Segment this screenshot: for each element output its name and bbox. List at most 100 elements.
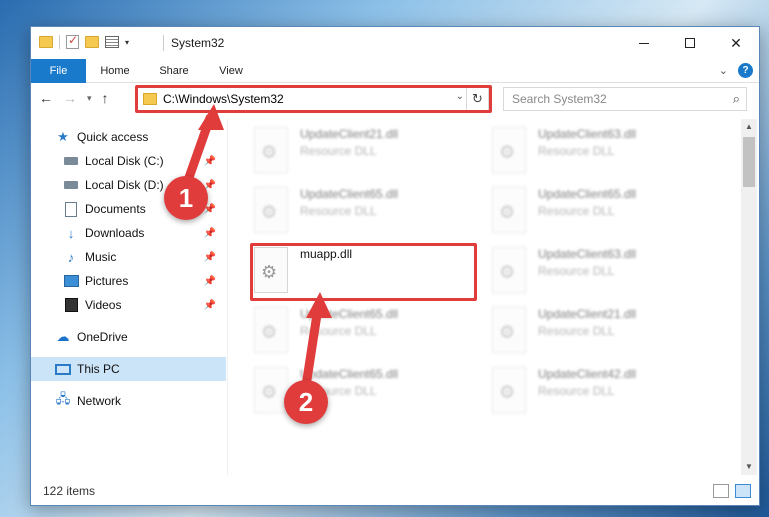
sidebar-item-label: OneDrive [77,330,128,344]
tab-share[interactable]: Share [151,59,197,83]
sidebar-item-videos[interactable]: Videos 📌 [31,293,226,317]
minimize-icon [639,42,649,44]
window-title: System32 [171,36,225,50]
sidebar-item-local-disk-c[interactable]: Local Disk (C:) 📌 [31,149,226,173]
address-dropdown-icon[interactable]: ⌄ [456,91,464,102]
window-controls: ✕ [621,27,759,59]
search-placeholder: Search System32 [512,92,607,106]
file-name: UpdateClient21.dll [300,127,399,141]
sidebar-item-label: Music [85,250,117,264]
file-name: UpdateClient63.dll [538,247,637,261]
file-item[interactable]: UpdateClient21.dll Resource DLL [248,123,472,179]
details-view-icon[interactable] [713,484,729,498]
file-item[interactable]: UpdateClient65.dll Resource DLL [248,303,472,359]
dll-file-icon [492,247,526,293]
pc-icon [55,361,71,377]
vertical-scrollbar[interactable]: ▲ ▼ [741,119,757,475]
sidebar-item-quick-access[interactable]: ★ Quick access [31,125,226,149]
file-name: UpdateClient65.dll [300,187,399,201]
sidebar-item-downloads[interactable]: ↓ Downloads 📌 [31,221,226,245]
file-item[interactable]: UpdateClient63.dll Resource DLL [486,123,710,179]
close-button[interactable]: ✕ [713,27,759,59]
address-bar[interactable]: C:\Windows\System32 ⌄ ↻ [137,87,489,111]
file-item[interactable]: UpdateClient65.dll Resource DLL [486,183,710,239]
file-type: Resource DLL [300,324,377,338]
scroll-thumb[interactable] [743,137,755,187]
minimize-button[interactable] [621,27,667,59]
sidebar-item-this-pc[interactable]: This PC [31,357,226,381]
file-item[interactable]: UpdateClient42.dll Resource DLL [486,363,710,419]
expand-ribbon-icon[interactable]: ⌄ [719,64,728,77]
scroll-down-icon[interactable]: ▼ [741,459,757,475]
dll-file-icon [492,307,526,353]
customize-toolbar-icon[interactable]: ▾ [125,38,129,47]
download-icon: ↓ [67,225,75,241]
sidebar-item-music[interactable]: ♪ Music 📌 [31,245,226,269]
file-type: Resource DLL [538,324,615,338]
sidebar-item-label: Downloads [85,226,145,240]
pin-icon[interactable]: 📌 [204,156,216,167]
pin-icon[interactable]: 📌 [204,276,216,287]
file-item-muapp[interactable]: muapp.dll [248,243,472,299]
forward-arrow-icon[interactable]: → [63,90,77,106]
ribbon-actions: ⌄ ? [719,63,753,78]
dll-file-icon [254,247,288,293]
maximize-button[interactable] [667,27,713,59]
properties-check-icon[interactable] [66,33,79,49]
file-type: Resource DLL [300,144,377,158]
callout-badge-2: 2 [284,380,328,424]
file-item[interactable]: UpdateClient65.dll Resource DLL [248,183,472,239]
dll-file-icon [254,187,288,233]
videos-icon [63,297,79,313]
back-arrow-icon[interactable]: ← [39,90,53,106]
up-arrow-icon[interactable]: ↑ [102,90,109,106]
documents-icon [63,201,79,217]
maximize-icon [685,38,695,48]
sidebar-item-onedrive[interactable]: ☁ OneDrive [31,325,226,349]
pin-icon[interactable]: 📌 [204,228,216,239]
dll-file-icon [492,187,526,233]
scroll-up-icon[interactable]: ▲ [741,119,757,135]
music-icon: ♪ [67,249,75,265]
tab-view[interactable]: View [211,59,251,83]
star-icon: ★ [57,129,69,144]
search-box[interactable]: Search System32 ⌕ [503,87,747,111]
dll-file-icon [492,127,526,173]
file-explorer-window: ▾ System32 ✕ File Home Share View ⌄ ? ← … [30,26,760,506]
tab-home[interactable]: Home [93,59,137,83]
title-bar: ▾ System32 ✕ [31,27,759,59]
file-item[interactable]: UpdateClient63.dll Resource DLL [486,243,710,299]
sidebar-item-pictures[interactable]: Pictures 📌 [31,269,226,293]
search-icon[interactable]: ⌕ [733,91,740,107]
properties-icon[interactable] [105,36,119,48]
folder-icon [143,93,157,105]
cloud-icon: ☁ [56,329,70,344]
address-path[interactable]: C:\Windows\System32 [163,92,284,106]
status-bar: 122 items [31,477,759,505]
refresh-icon[interactable]: ↻ [466,88,488,110]
disk-icon [63,153,79,169]
sidebar-item-network[interactable]: 🖧 Network [31,389,226,413]
pin-icon[interactable]: 📌 [204,300,216,311]
file-name: UpdateClient21.dll [538,307,637,321]
large-icons-view-icon[interactable] [735,484,751,498]
title-divider [163,35,164,51]
new-folder-icon[interactable] [85,36,99,48]
toolbar-divider [59,35,60,49]
folder-icon [39,36,53,48]
file-type: Resource DLL [538,384,615,398]
tab-file[interactable]: File [31,59,86,83]
recent-locations-icon[interactable]: ▾ [87,93,92,104]
file-item[interactable]: UpdateClient65.dll Resource DLL [248,363,472,419]
file-type: Resource DLL [538,144,615,158]
dll-file-icon [492,367,526,413]
dll-file-icon [254,127,288,173]
pictures-icon [63,273,79,289]
nav-buttons: ← → ▾ ↑ [39,90,109,106]
pin-icon[interactable]: 📌 [204,252,216,263]
dll-file-icon [254,367,288,413]
help-icon[interactable]: ? [738,63,753,78]
file-type: Resource DLL [538,264,615,278]
network-icon: 🖧 [55,391,71,406]
file-item[interactable]: UpdateClient21.dll Resource DLL [486,303,710,359]
